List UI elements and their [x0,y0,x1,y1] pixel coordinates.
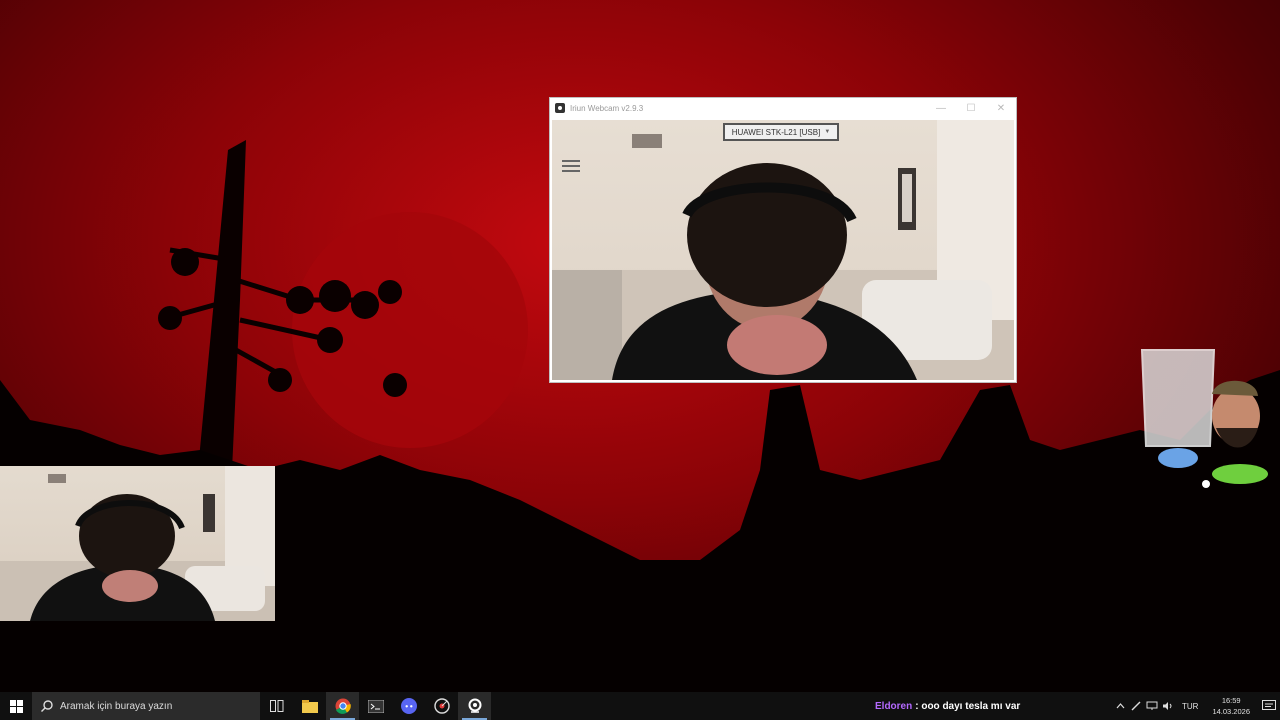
webcam-window[interactable]: Iriun Webcam v2.9.3 — ☐ ✕ HUAWEI STK-L21… [549,97,1017,383]
clock[interactable]: 16:59 14.03.2026 [1204,695,1258,717]
streaming-app-icon[interactable] [425,692,458,720]
chevron-up-icon[interactable] [1112,692,1128,720]
volume-icon[interactable] [1160,692,1176,720]
stream-chat-message: Eldoren : ooo dayı tesla mı var [875,692,1020,720]
discord-icon[interactable] [392,692,425,720]
network-icon[interactable] [1144,692,1160,720]
language-indicator[interactable]: TUR [1176,702,1204,711]
minimize-button[interactable]: — [926,98,956,118]
device-select[interactable]: HUAWEI STK-L21 [USB] ▼ [723,123,839,141]
iriun-icon[interactable] [458,692,491,720]
pen-icon[interactable] [1128,692,1144,720]
webcam-overlay-preview [0,466,275,621]
device-select-value: HUAWEI STK-L21 [USB] [731,127,821,137]
taskbar-search[interactable]: Aramak için buraya yazın [32,692,260,720]
webcam-frame-image [552,120,1014,380]
maximize-button[interactable]: ☐ [956,98,986,118]
chat-text: : ooo dayı tesla mı var [915,700,1021,712]
chrome-icon[interactable] [326,692,359,720]
taskbar: Aramak için buraya yazın Eldoren : ooo d… [0,692,1280,720]
search-placeholder: Aramak için buraya yazın [60,700,173,712]
webcam-window-title: Iriun Webcam v2.9.3 [570,103,644,113]
clock-time: 16:59 [1221,696,1241,705]
webcam-overlay-image [0,466,275,621]
clock-date: 14.03.2026 [1212,707,1250,716]
task-view-icon[interactable] [260,692,293,720]
webcam-titlebar[interactable]: Iriun Webcam v2.9.3 — ☐ ✕ [550,98,1016,118]
chevron-down-icon: ▼ [824,129,831,135]
chat-username: Eldoren [875,700,913,712]
stream-sticker-overlay [1140,346,1270,490]
system-tray: TUR 16:59 14.03.2026 [1112,692,1280,720]
menu-icon[interactable] [562,160,580,175]
terminal-icon[interactable] [359,692,392,720]
windows-logo-icon [9,699,23,713]
man-holding-glass-image [1140,349,1268,488]
search-icon [41,700,53,712]
start-button[interactable] [0,692,32,720]
webcam-video-feed: HUAWEI STK-L21 [USB] ▼ [552,120,1014,380]
file-explorer-icon[interactable] [293,692,326,720]
close-button[interactable]: ✕ [986,98,1016,118]
iriun-app-icon [555,103,565,113]
notification-icon[interactable] [1258,692,1280,720]
